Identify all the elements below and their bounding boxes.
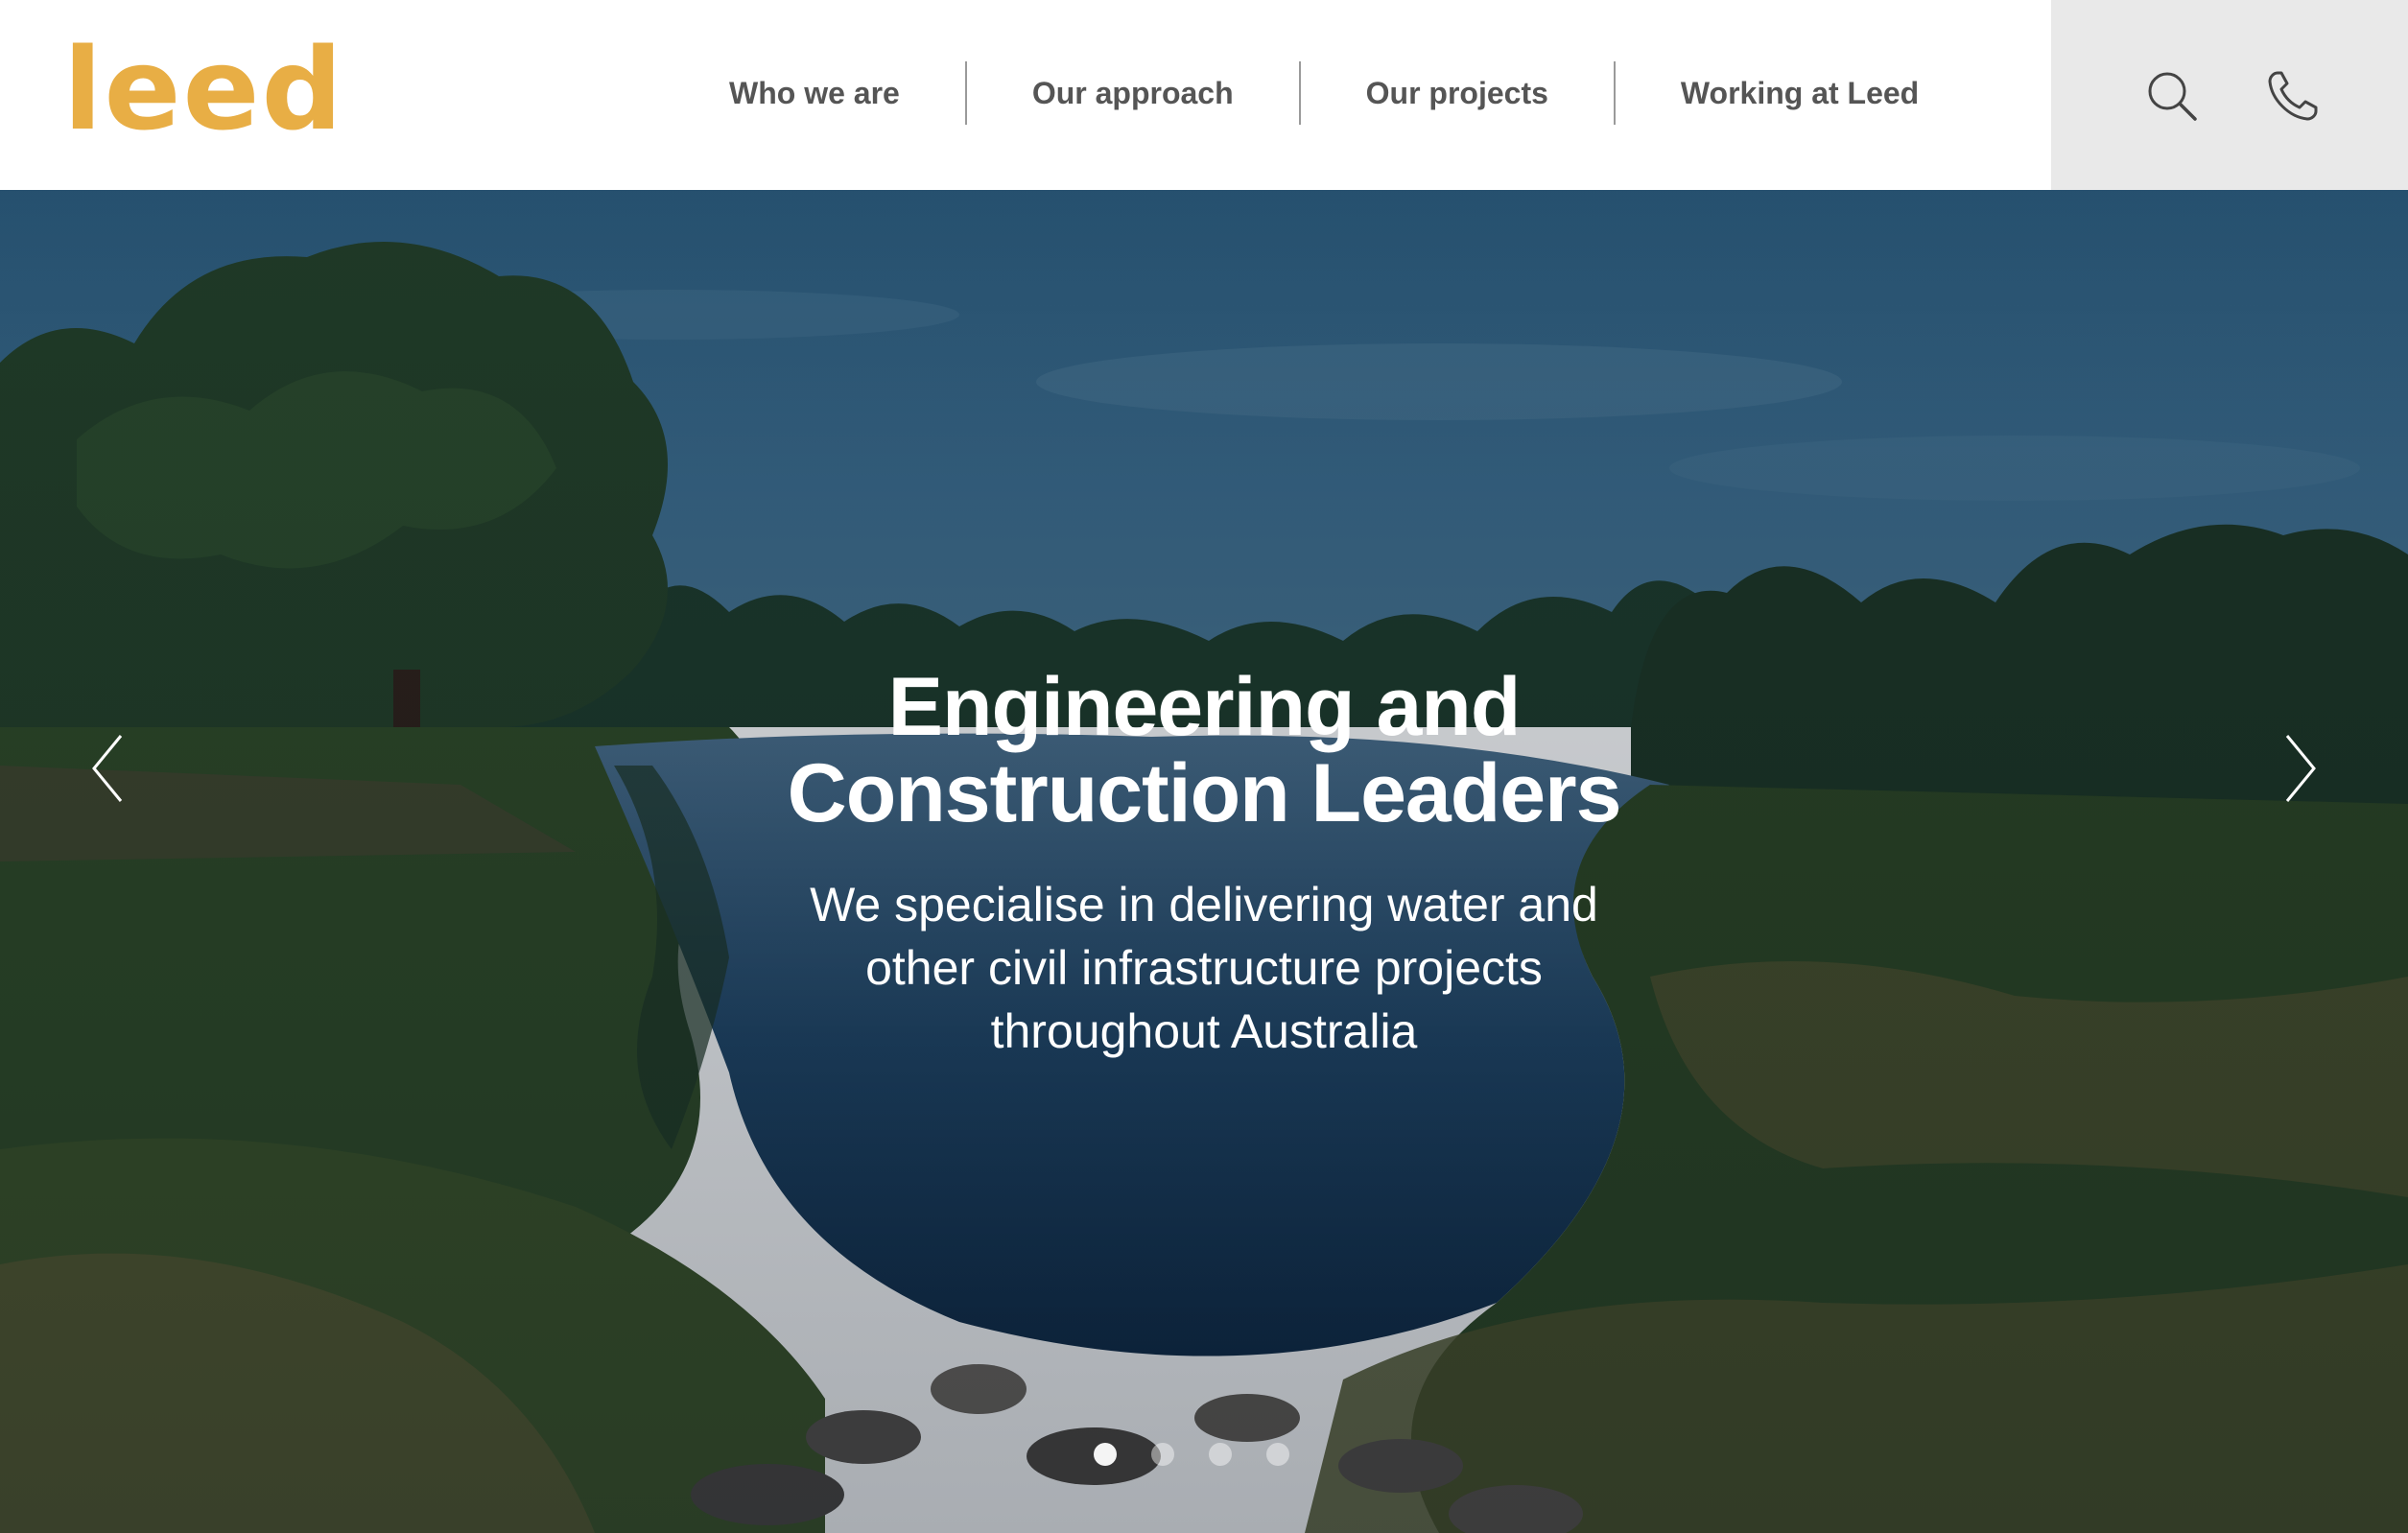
hero-subtitle-line: We specialise in delivering water and [810,878,1598,932]
hero-title-line: Engineering and [887,661,1522,753]
logo-text: leed [63,23,344,155]
slider-dot-3[interactable] [1209,1443,1232,1466]
header-tools [2051,0,2408,190]
site-header: leed Who we are Our approach Our project… [0,0,2408,190]
hero-slider: Engineering and Construction Leaders We … [0,190,2408,1533]
hero-subtitle-line: other civil infrastructure projects [865,941,1543,995]
slider-dot-1[interactable] [1094,1443,1117,1466]
phone-button[interactable] [2264,67,2322,125]
nav-item-working-at-leed[interactable]: Working at Leed [1616,59,1984,127]
nav-item-who-we-are[interactable]: Who we are [672,59,965,127]
chevron-right-icon [2285,735,2316,802]
hero-subtitle-line: throughout Australia [990,1004,1418,1058]
phone-icon [2268,71,2318,121]
search-button[interactable] [2143,67,2201,125]
hero-background-image [0,190,2408,1533]
slider-prev-button[interactable] [88,732,127,805]
search-icon [2148,72,2197,121]
hero-subtitle: We specialise in delivering water and ot… [772,873,1636,1063]
slider-next-button[interactable] [2281,732,2320,805]
slider-dot-4[interactable] [1266,1443,1289,1466]
leed-logo[interactable]: leed [63,27,344,152]
hero-title-line: Construction Leaders [787,747,1622,839]
slider-dot-2[interactable] [1151,1443,1174,1466]
nav-item-our-approach[interactable]: Our approach [967,59,1299,127]
nav-item-our-projects[interactable]: Our projects [1301,59,1614,127]
hero-title: Engineering and Construction Leaders [628,664,1780,837]
slider-pagination [1094,1440,1324,1469]
main-navigation: Who we are Our approach Our projects Wor… [672,59,1984,127]
chevron-left-icon [92,735,123,802]
